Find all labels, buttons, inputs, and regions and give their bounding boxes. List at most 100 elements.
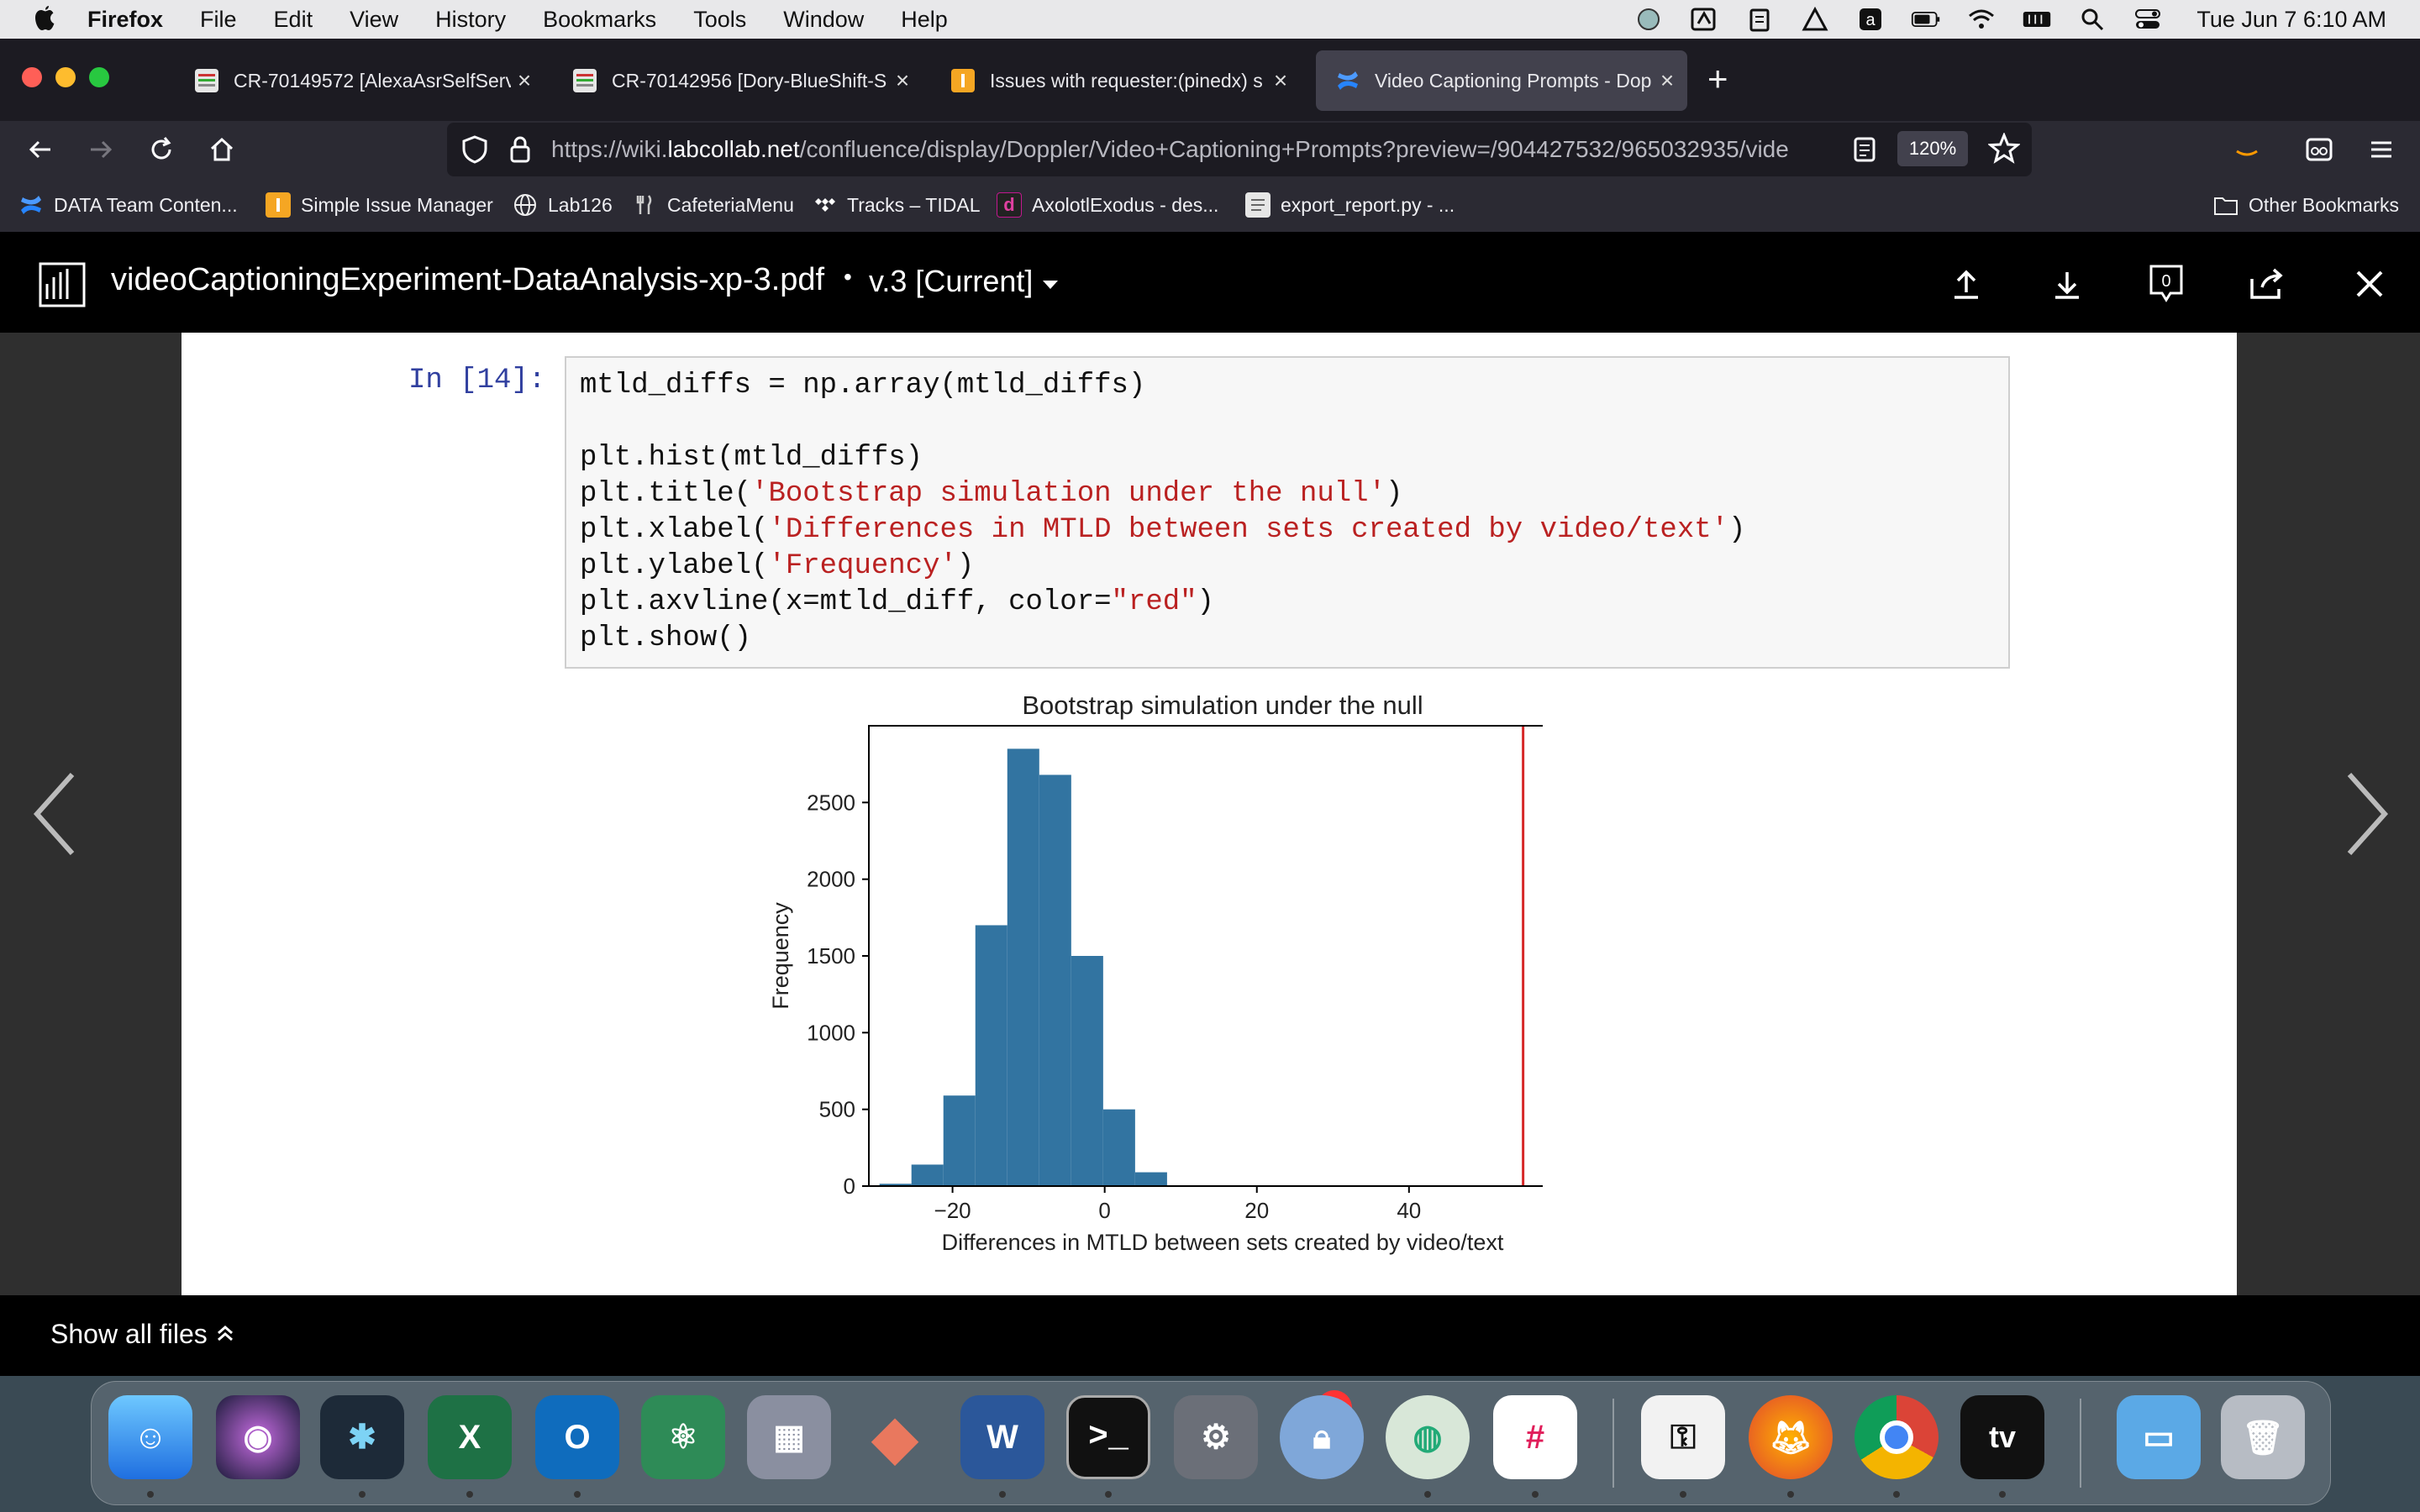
previous-page-arrow-icon[interactable]	[29, 768, 79, 860]
close-tab-icon[interactable]: ×	[511, 67, 538, 94]
menu-window[interactable]: Window	[783, 7, 864, 33]
globe-status-icon[interactable]	[1634, 7, 1664, 32]
comments-button[interactable]: 0	[2143, 260, 2190, 307]
launchpad-icon[interactable]: ▦	[747, 1395, 831, 1479]
wifi-icon[interactable]	[1966, 7, 1996, 32]
network-app-icon[interactable]: ◍	[1386, 1395, 1470, 1479]
vpn-lock-icon[interactable]: 🔒︎	[1280, 1395, 1364, 1479]
menu-tools[interactable]: Tools	[693, 7, 746, 33]
bookmark-data-team[interactable]: DATA Team Conten...	[18, 188, 238, 222]
forward-button[interactable]	[84, 133, 118, 166]
chrome-icon[interactable]	[1854, 1395, 1939, 1479]
other-bookmarks[interactable]: Other Bookmarks	[2213, 188, 2399, 222]
menu-view[interactable]: View	[350, 7, 398, 33]
x-tick-label: 0	[1098, 1198, 1110, 1223]
code-line: plt.show()	[580, 622, 751, 654]
bookmark-lab126[interactable]: Lab126	[513, 188, 613, 222]
preview-overlay: In [14]: mtld_diffs = np.array(mtld_diff…	[0, 333, 2420, 1295]
reload-button[interactable]	[145, 133, 178, 166]
menu-help[interactable]: Help	[901, 7, 948, 33]
running-indicator	[1532, 1491, 1539, 1498]
macos-menu-bar: Firefox File Edit View History Bookmarks…	[0, 0, 2420, 39]
downloads-folder-icon[interactable]: ▭	[2117, 1395, 2201, 1479]
apple-tv-icon[interactable]: tv	[1960, 1395, 2044, 1479]
close-tab-icon[interactable]: ×	[889, 67, 916, 94]
home-button[interactable]	[205, 133, 239, 166]
outlook-icon[interactable]: O	[535, 1395, 619, 1479]
app-menu-firefox[interactable]: Firefox	[87, 7, 163, 33]
menubar-clock[interactable]: Tue Jun 7 6:10 AM	[2196, 7, 2386, 33]
dock-separator	[1612, 1399, 1614, 1488]
new-tab-button[interactable]: +	[1707, 60, 1728, 97]
upload-icon[interactable]	[1943, 260, 1990, 307]
system-preferences-icon[interactable]: ⚙	[1174, 1395, 1258, 1479]
cube-app-icon[interactable]: ◆	[853, 1395, 937, 1479]
address-bar[interactable]: https://wiki.labcollab.net/confluence/di…	[447, 123, 2032, 176]
reader-view-icon[interactable]	[1852, 134, 1877, 169]
slack-icon[interactable]: #	[1493, 1395, 1577, 1479]
firefox-icon[interactable]: 🦊︎	[1749, 1395, 1833, 1479]
atom-icon[interactable]: ⚛	[641, 1395, 725, 1479]
tab-issues[interactable]: Issues with requester:(pinedx) s ×	[931, 50, 1301, 111]
document-icon	[195, 69, 218, 92]
bookmark-simple-issue-manager[interactable]: Simple Issue Manager	[266, 188, 493, 222]
control-center-icon[interactable]	[2133, 7, 2163, 32]
siri-icon[interactable]: ◉	[216, 1395, 300, 1479]
menu-file[interactable]: File	[200, 7, 237, 33]
settings-asterisk-app-icon[interactable]: ✱	[320, 1395, 404, 1479]
excel-icon[interactable]: X	[428, 1395, 512, 1479]
back-button[interactable]	[24, 133, 57, 166]
finder-icon[interactable]: ☺	[108, 1395, 192, 1479]
show-all-files-button[interactable]: Show all files	[50, 1319, 235, 1350]
bookmark-tidal[interactable]: Tracks – TIDAL	[812, 188, 980, 222]
keyboard-status-icon[interactable]	[2022, 7, 2052, 32]
running-indicator	[999, 1491, 1006, 1498]
bookmark-export-report[interactable]: export_report.py - ...	[1245, 188, 1455, 222]
histogram-bar	[1007, 748, 1039, 1186]
keychain-icon[interactable]: ⚿	[1641, 1395, 1725, 1479]
zoom-level-button[interactable]: 120%	[1897, 131, 1968, 166]
file-title: videoCaptioningExperiment-DataAnalysis-x…	[111, 262, 825, 297]
pdf-page: In [14]: mtld_diffs = np.array(mtld_diff…	[182, 333, 2237, 1295]
menu-edit[interactable]: Edit	[274, 7, 313, 33]
bookmark-axolotl-exodus[interactable]: d AxolotlExodus - des...	[997, 188, 1218, 222]
apple-menu-icon[interactable]	[32, 5, 57, 34]
close-tab-icon[interactable]: ×	[1267, 67, 1294, 94]
triangle-status-icon[interactable]	[1800, 7, 1830, 32]
clipboard-status-icon[interactable]	[1744, 7, 1775, 32]
file-preview-header: videoCaptioningExperiment-DataAnalysis-x…	[0, 232, 2420, 333]
close-tab-icon[interactable]: ×	[1654, 67, 1681, 94]
menu-history[interactable]: History	[435, 7, 506, 33]
fork-knife-icon	[632, 192, 657, 218]
app-menu-hamburger-icon[interactable]	[2365, 133, 2398, 166]
lock-icon[interactable]	[508, 134, 533, 169]
share-icon[interactable]	[2244, 260, 2291, 307]
version-dropdown[interactable]: v.3 [Current]	[869, 264, 1060, 299]
word-icon[interactable]: W	[960, 1395, 1044, 1479]
tracking-protection-shield-icon[interactable]	[460, 134, 489, 169]
tab-cr-70142956[interactable]: CR-70142956 [Dory-BlueShift-S ×	[553, 50, 923, 111]
amazon-status-icon[interactable]: a	[1855, 7, 1886, 32]
menu-bookmarks[interactable]: Bookmarks	[543, 7, 656, 33]
close-preview-icon[interactable]	[2346, 260, 2393, 307]
window-close-button[interactable]	[22, 67, 42, 87]
bookmark-star-icon[interactable]	[1987, 132, 2021, 169]
tab-video-captioning-prompts[interactable]: Video Captioning Prompts - Dop ×	[1316, 50, 1687, 111]
spotlight-search-icon[interactable]	[2077, 7, 2107, 32]
code-line: plt.title('Bootstrap simulation under th…	[580, 478, 1402, 510]
tab-cr-70149572[interactable]: CR-70149572 [AlexaAsrSelfServ ×	[175, 50, 544, 111]
terminal-icon[interactable]: >_	[1066, 1395, 1150, 1479]
window-minimize-button[interactable]	[55, 67, 76, 87]
adobe-status-icon[interactable]	[1689, 7, 1719, 32]
amazon-extension-icon[interactable]	[2230, 133, 2264, 166]
reader-extension-icon[interactable]	[2302, 133, 2336, 166]
url-text[interactable]: https://wiki.labcollab.net/confluence/di…	[551, 136, 1837, 163]
next-page-arrow-icon[interactable]	[2343, 768, 2393, 860]
battery-status-icon[interactable]	[1911, 7, 1941, 32]
bookmark-cafeteria-menu[interactable]: CafeteriaMenu	[632, 188, 794, 222]
trash-icon[interactable]: 🗑︎	[2221, 1395, 2305, 1479]
window-zoom-button[interactable]	[89, 67, 109, 87]
download-icon[interactable]	[2044, 260, 2091, 307]
y-axis-label: Frequency	[768, 902, 793, 1010]
code-text: )	[1385, 478, 1403, 510]
